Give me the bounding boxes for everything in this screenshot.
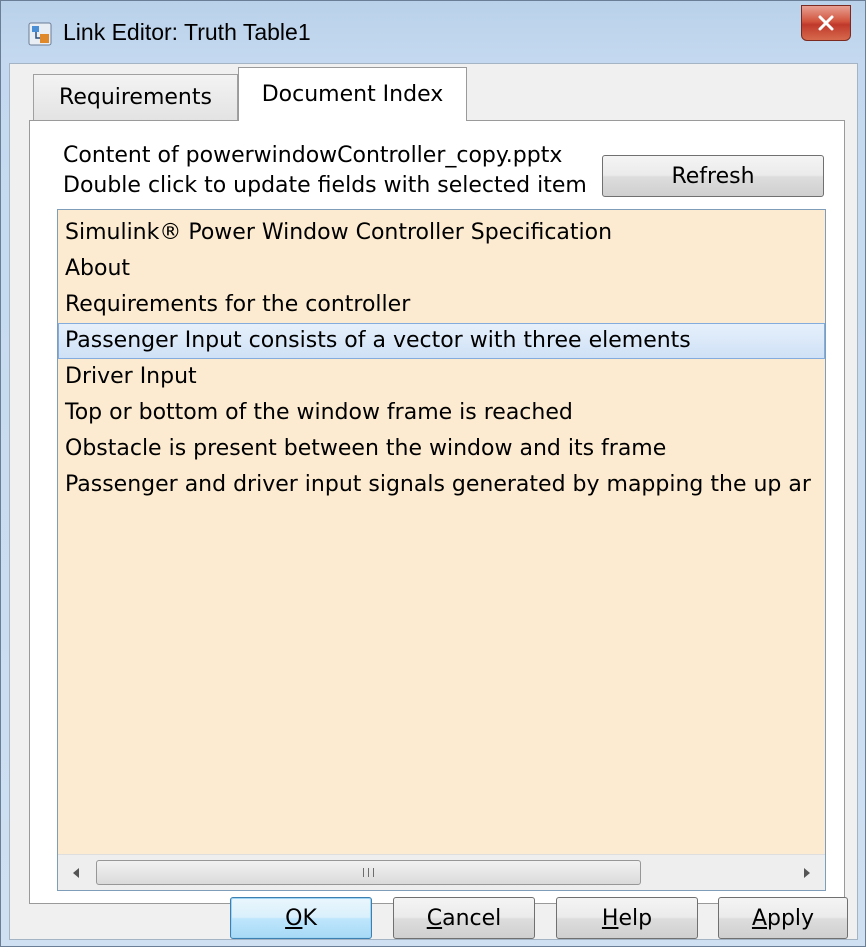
refresh-button[interactable]: Refresh bbox=[602, 155, 824, 197]
apply-button-label: pply bbox=[767, 905, 815, 931]
cancel-button-label: ancel bbox=[442, 905, 502, 931]
link-editor-app-icon bbox=[28, 22, 52, 46]
link-editor-window: Link Editor: Truth Table1 Requirements D… bbox=[0, 0, 866, 947]
help-button-mnemonic: H bbox=[601, 905, 619, 931]
cancel-button-mnemonic: C bbox=[426, 905, 443, 931]
tab-requirements-label: Requirements bbox=[59, 85, 212, 110]
ok-button-mnemonic: O bbox=[285, 905, 303, 931]
help-button-label: elp bbox=[618, 905, 653, 931]
scroll-right-arrow-icon bbox=[804, 867, 810, 878]
list-item[interactable]: Driver Input bbox=[58, 359, 825, 395]
apply-button-mnemonic: A bbox=[751, 905, 767, 931]
tab-requirements[interactable]: Requirements bbox=[33, 74, 238, 120]
close-button[interactable] bbox=[801, 5, 851, 41]
cancel-button[interactable]: Cancel bbox=[393, 897, 535, 939]
scroll-left-button[interactable] bbox=[58, 855, 94, 890]
scroll-right-button[interactable] bbox=[789, 855, 825, 890]
double-click-hint: Double click to update fields with selec… bbox=[63, 173, 587, 198]
apply-button[interactable]: Apply bbox=[718, 897, 848, 939]
list-item[interactable]: Top or bottom of the window frame is rea… bbox=[58, 395, 825, 431]
document-index-list[interactable]: Simulink® Power Window Controller Specif… bbox=[57, 209, 826, 891]
tab-document-index[interactable]: Document Index bbox=[238, 67, 467, 121]
list-item[interactable]: Simulink® Power Window Controller Specif… bbox=[58, 215, 825, 251]
list-item[interactable]: Obstacle is present between the window a… bbox=[58, 431, 825, 467]
document-index-items: Simulink® Power Window Controller Specif… bbox=[58, 215, 825, 503]
dialog-client-area: Requirements Document Index Content of p… bbox=[9, 63, 858, 940]
scrollbar-grip-icon bbox=[363, 868, 374, 877]
horizontal-scrollbar[interactable] bbox=[58, 854, 825, 890]
document-source-label: Content of powerwindowController_copy.pp… bbox=[63, 143, 563, 168]
scroll-left-arrow-icon bbox=[73, 867, 79, 878]
close-icon bbox=[818, 15, 834, 31]
refresh-button-label: Refresh bbox=[671, 163, 755, 189]
help-button[interactable]: Help bbox=[556, 897, 698, 939]
document-index-panel: Content of powerwindowController_copy.pp… bbox=[29, 120, 845, 904]
list-item[interactable]: Passenger Input consists of a vector wit… bbox=[58, 323, 825, 359]
window-title: Link Editor: Truth Table1 bbox=[63, 19, 311, 45]
tab-document-index-label: Document Index bbox=[261, 82, 444, 107]
list-item[interactable]: Passenger and driver input signals gener… bbox=[58, 467, 825, 503]
scrollbar-thumb[interactable] bbox=[96, 860, 641, 885]
title-bar[interactable]: Link Editor: Truth Table1 bbox=[1, 1, 866, 63]
list-item[interactable]: Requirements for the controller bbox=[58, 287, 825, 323]
list-item[interactable]: About bbox=[58, 251, 825, 287]
ok-button-label: K bbox=[302, 905, 317, 931]
ok-button[interactable]: OK bbox=[230, 897, 372, 939]
